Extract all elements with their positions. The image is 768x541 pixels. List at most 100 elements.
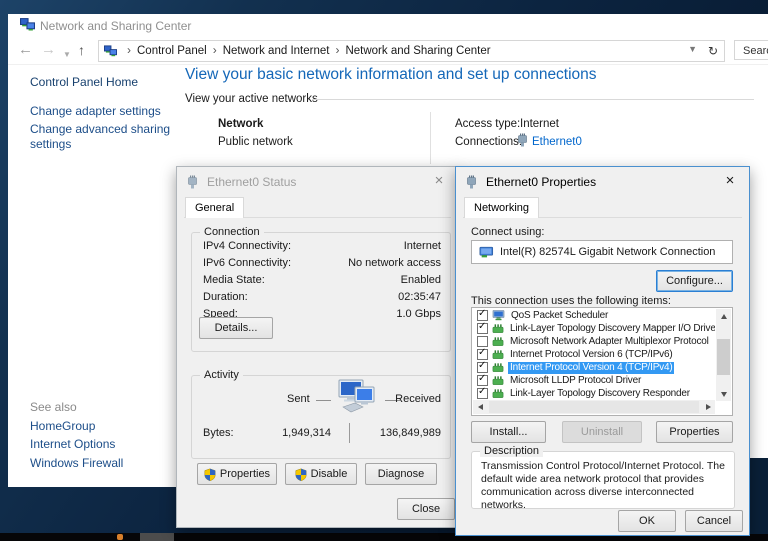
status-row-value: Enabled xyxy=(401,274,441,286)
network-adapter-icon xyxy=(492,362,504,373)
protocol-checkbox[interactable]: ✓ xyxy=(477,310,488,321)
taskbar-segment xyxy=(140,533,174,541)
breadcrumb-dropdown-icon[interactable]: ▼ xyxy=(688,44,697,54)
search-input[interactable]: Search xyxy=(734,40,768,60)
connection-ethernet0-link[interactable]: Ethernet0 xyxy=(532,136,582,148)
connections-label: Connections: xyxy=(455,136,522,148)
protocol-checkbox[interactable]: ✓ xyxy=(477,323,488,334)
breadcrumb-separator-icon: › xyxy=(213,43,217,57)
back-icon[interactable]: ← xyxy=(18,40,33,60)
description-group-label: Description xyxy=(480,445,543,457)
disable-button-label: Disable xyxy=(311,468,348,480)
scrollbar-thumb[interactable] xyxy=(489,401,699,413)
status-row-value: 1.0 Gbps xyxy=(396,308,441,320)
tab-general[interactable]: General xyxy=(185,197,244,218)
protocol-checkbox[interactable]: ✓ xyxy=(477,375,488,386)
recent-pages-chevron-icon[interactable]: ▼ xyxy=(63,45,71,65)
refresh-icon[interactable]: ↻ xyxy=(702,40,725,62)
window-titlebar[interactable]: Network and Sharing Center xyxy=(8,14,768,37)
network-adapter-icon xyxy=(492,323,504,334)
checkmark-icon: ✓ xyxy=(478,309,486,319)
install-button[interactable]: Install... xyxy=(471,421,546,443)
protocol-label: Microsoft LLDP Protocol Driver xyxy=(508,375,643,387)
details-button[interactable]: Details... xyxy=(199,317,273,339)
status-row-value: No network access xyxy=(348,257,441,269)
vertical-scrollbar[interactable] xyxy=(716,309,731,401)
activity-group-label: Activity xyxy=(200,369,243,381)
checkmark-icon: ✓ xyxy=(478,347,486,358)
properties-button-label: Properties xyxy=(220,468,270,480)
scroll-right-icon[interactable] xyxy=(701,400,715,414)
connection-group-label: Connection xyxy=(200,226,264,238)
checkmark-icon: ✓ xyxy=(478,360,486,371)
uninstall-button[interactable]: Uninstall xyxy=(562,421,642,443)
breadcrumb-item[interactable]: Network and Internet xyxy=(223,45,330,57)
status-row: Media State:Enabled xyxy=(203,274,441,289)
see-also-label: See also xyxy=(30,400,180,415)
protocol-list-item[interactable]: ✓Internet Protocol Version 4 (TCP/IPv4) xyxy=(473,361,715,374)
adapter-name: Intel(R) 82574L Gigabit Network Connecti… xyxy=(500,246,715,258)
properties-button[interactable]: Properties xyxy=(197,463,277,485)
network-places-icon xyxy=(104,44,117,62)
protocol-list-item[interactable]: ✓Link-Layer Topology Discovery Responder xyxy=(473,387,715,400)
configure-button[interactable]: Configure... xyxy=(656,270,733,292)
checkmark-icon: ✓ xyxy=(478,373,486,384)
qos-monitor-icon xyxy=(492,310,505,321)
protocol-list-item[interactable]: ✓ Link-Layer Topology Discovery Mapper I/… xyxy=(473,322,715,335)
breadcrumb-item[interactable]: Control Panel xyxy=(137,45,207,57)
protocol-list-item[interactable]: ✓ Microsoft LLDP Protocol Driver xyxy=(473,374,715,387)
status-row-value: Internet xyxy=(404,240,441,252)
bytes-label: Bytes: xyxy=(203,427,234,439)
ok-button[interactable]: OK xyxy=(618,510,676,532)
protocol-list-item[interactable]: ✓ QoS Packet Scheduler xyxy=(473,309,715,322)
cancel-button[interactable]: Cancel xyxy=(685,510,743,532)
diagnose-button[interactable]: Diagnose xyxy=(365,463,437,485)
ethernet-plug-icon xyxy=(187,175,198,194)
breadcrumb-item[interactable]: Network and Sharing Center xyxy=(345,45,490,57)
close-icon[interactable]: × xyxy=(424,167,454,195)
protocol-list: ✓QoS Packet Scheduler✓Link-Layer Topolog… xyxy=(473,309,715,401)
access-type-value: Internet xyxy=(520,118,559,130)
horizontal-scrollbar[interactable] xyxy=(473,400,715,414)
sidebar-item-internet-options[interactable]: Internet Options xyxy=(30,437,180,452)
tab-networking[interactable]: Networking xyxy=(464,197,539,218)
bytes-sent-value: 1,949,314 xyxy=(267,427,331,439)
protocol-label: QoS Packet Scheduler xyxy=(509,310,610,322)
disable-button[interactable]: Disable xyxy=(285,463,357,485)
scroll-left-icon[interactable] xyxy=(473,400,487,414)
description-text: Transmission Control Protocol/Internet P… xyxy=(481,460,726,512)
sidebar-item-homegroup[interactable]: HomeGroup xyxy=(30,419,180,434)
status-row-label: Duration: xyxy=(203,291,248,303)
status-row: Duration: 02:35:47 xyxy=(203,291,441,306)
scrollbar-thumb[interactable] xyxy=(717,339,730,375)
item-properties-button[interactable]: Properties xyxy=(656,421,733,443)
breadcrumb[interactable]: ›Control Panel›Network and Internet›Netw… xyxy=(98,40,704,62)
breadcrumb-separator-icon: › xyxy=(127,43,131,57)
ethernet0-status-dialog: Ethernet0 Status × General Connection IP… xyxy=(176,166,459,528)
status-row-value: 02:35:47 xyxy=(398,291,441,303)
forward-icon[interactable]: → xyxy=(41,40,56,60)
protocol-list-item[interactable]: ✓Internet Protocol Version 6 (TCP/IPv6) xyxy=(473,348,715,361)
close-icon[interactable]: × xyxy=(715,167,745,195)
sidebar-item-change-advanced-sharing[interactable]: Change advanced sharing settings xyxy=(30,122,180,152)
scroll-up-icon[interactable] xyxy=(716,309,731,323)
protocol-list-item[interactable]: Microsoft Network Adapter Multiplexor Pr… xyxy=(473,335,715,348)
bytes-received-value: 136,849,989 xyxy=(373,427,441,439)
protocol-checkbox[interactable]: ✓ xyxy=(477,388,488,399)
protocol-label: Link-Layer Topology Discovery Mapper I/O… xyxy=(508,323,715,335)
protocol-checkbox[interactable] xyxy=(477,336,488,347)
computers-activity-icon xyxy=(333,379,379,420)
scroll-down-icon[interactable] xyxy=(716,387,731,401)
properties-dialog-titlebar[interactable]: Ethernet0 Properties × xyxy=(456,167,749,197)
up-icon[interactable]: ↑ xyxy=(78,40,85,60)
status-dialog-titlebar[interactable]: Ethernet0 Status × xyxy=(177,167,458,197)
sidebar-item-change-adapter-settings[interactable]: Change adapter settings xyxy=(30,104,180,119)
protocol-checkbox[interactable]: ✓ xyxy=(477,362,488,373)
protocol-checkbox[interactable]: ✓ xyxy=(477,349,488,360)
sidebar-item-control-panel-home[interactable]: Control Panel Home xyxy=(30,75,180,90)
sidebar-item-windows-firewall[interactable]: Windows Firewall xyxy=(30,456,180,471)
ethernet-plug-icon xyxy=(466,175,477,194)
divider xyxy=(430,112,431,164)
close-button[interactable]: Close xyxy=(397,498,455,520)
network-adapter-icon xyxy=(492,349,504,360)
